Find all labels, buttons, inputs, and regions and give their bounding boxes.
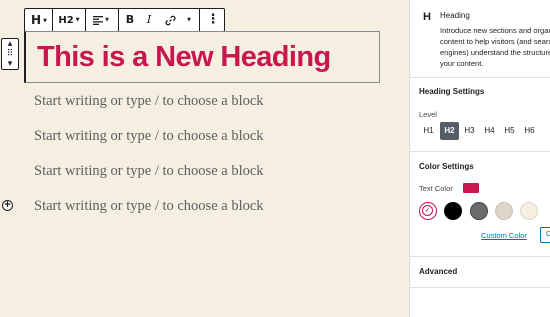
toolbar-divider xyxy=(118,9,119,31)
panel-divider xyxy=(410,256,550,257)
level-h3-button[interactable]: H3 xyxy=(460,122,479,140)
chevron-down-icon: ▼ xyxy=(105,17,109,23)
editor-canvas: ▴ ⠿ ▾ H ▼ H2 ▼ ▼ B I ▼ ⋮ This is a New H… xyxy=(0,0,410,317)
color-swatch-accent[interactable]: ✓ xyxy=(419,202,437,220)
plus-icon: + xyxy=(4,199,11,211)
add-block-button[interactable]: + xyxy=(2,200,13,211)
paragraph-placeholder[interactable]: Start writing or type / to choose a bloc… xyxy=(34,128,264,145)
heading-level-button[interactable]: H2 ▼ xyxy=(55,9,83,31)
heading-icon: H xyxy=(31,13,42,27)
clear-color-button[interactable]: C xyxy=(540,227,550,243)
settings-sidebar: H Heading Introduce new sections and org… xyxy=(409,0,550,317)
advanced-panel-title[interactable]: Advanced xyxy=(419,267,457,276)
level-h6-button[interactable]: H6 xyxy=(520,122,539,140)
level-h5-button[interactable]: H5 xyxy=(500,122,519,140)
paragraph-placeholder[interactable]: Start writing or type / to choose a bloc… xyxy=(34,163,264,180)
more-rich-text-button[interactable]: ▼ xyxy=(182,9,194,31)
link-icon xyxy=(164,15,176,25)
block-mover: ▴ ⠿ ▾ xyxy=(1,38,19,70)
toolbar-divider xyxy=(52,9,53,31)
heading-level-label: H2 xyxy=(58,15,74,26)
panel-divider xyxy=(410,151,550,152)
paragraph-placeholder[interactable]: Start writing or type / to choose a bloc… xyxy=(34,93,264,110)
level-h4-button[interactable]: H4 xyxy=(480,122,499,140)
heading-block[interactable]: This is a New Heading xyxy=(24,31,380,83)
color-settings-title[interactable]: Color Settings xyxy=(419,162,474,171)
text-color-indicator xyxy=(463,183,479,193)
drag-handle-icon[interactable]: ⠿ xyxy=(2,50,18,59)
heading-text[interactable]: This is a New Heading xyxy=(37,41,331,74)
checkmark-icon: ✓ xyxy=(422,205,433,216)
bold-button[interactable]: B xyxy=(121,9,139,31)
panel-divider xyxy=(410,287,550,288)
chevron-down-icon: ▼ xyxy=(43,18,47,24)
level-h2-button[interactable]: H2 xyxy=(440,122,459,140)
chevron-down-icon: ▼ xyxy=(187,17,191,23)
block-card-description: Introduce new sections and organize cont… xyxy=(440,26,550,68)
align-left-icon xyxy=(93,15,104,25)
color-swatch-cream[interactable] xyxy=(520,202,538,220)
heading-level-picker: H1 H2 H3 H4 H5 H6 xyxy=(419,122,550,140)
italic-button[interactable]: I xyxy=(140,9,158,31)
panel-divider xyxy=(410,77,550,78)
more-vertical-icon: ⋮ xyxy=(206,12,220,27)
paragraph-placeholder[interactable]: Start writing or type / to choose a bloc… xyxy=(34,198,264,215)
block-toolbar: H ▼ H2 ▼ ▼ B I ▼ ⋮ xyxy=(24,8,225,32)
heading-settings-title[interactable]: Heading Settings xyxy=(419,87,484,96)
text-color-label: Text Color xyxy=(419,184,453,193)
color-swatch-gray[interactable] xyxy=(470,202,488,220)
block-card-title: Heading xyxy=(440,11,470,20)
custom-color-link[interactable]: Custom Color xyxy=(481,231,527,240)
link-button[interactable] xyxy=(160,9,180,31)
color-swatch-light-gray[interactable] xyxy=(495,202,513,220)
level-label: Level xyxy=(419,110,437,119)
toolbar-divider xyxy=(199,9,200,31)
heading-block-icon: H xyxy=(423,11,431,23)
move-up-icon[interactable]: ▴ xyxy=(2,40,18,49)
color-swatch-black[interactable] xyxy=(444,202,462,220)
more-options-button[interactable]: ⋮ xyxy=(203,9,223,31)
align-button[interactable]: ▼ xyxy=(87,9,115,31)
chevron-down-icon: ▼ xyxy=(75,17,80,23)
level-h1-button[interactable]: H1 xyxy=(419,122,438,140)
toolbar-divider xyxy=(85,9,86,31)
block-type-button[interactable]: H ▼ xyxy=(27,9,51,31)
move-down-icon[interactable]: ▾ xyxy=(2,60,18,69)
